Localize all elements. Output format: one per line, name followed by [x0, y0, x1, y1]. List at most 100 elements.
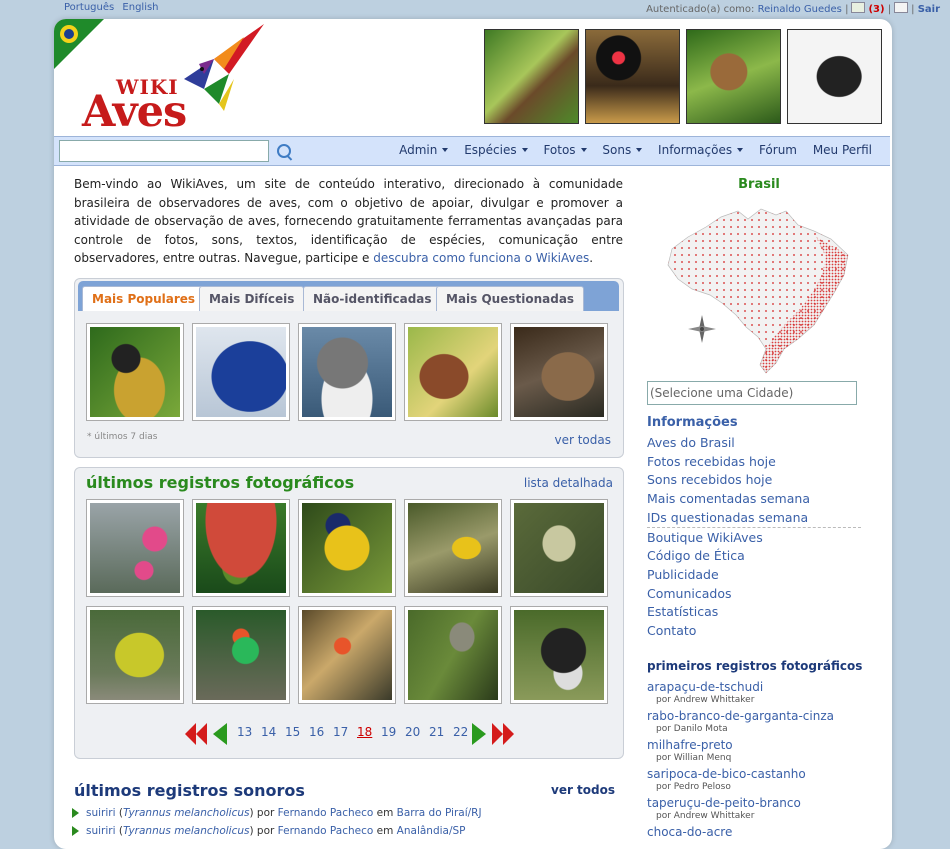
search-icon[interactable]	[277, 144, 291, 158]
record-photo-9[interactable]	[404, 606, 502, 704]
page-15[interactable]: 15	[285, 725, 300, 739]
navbar: Admin Espécies Fotos Sons Informações Fó…	[54, 136, 890, 166]
mail-icon[interactable]	[894, 2, 909, 13]
link-comunicados[interactable]: Comunicados	[647, 586, 732, 601]
record-photo-10[interactable]	[510, 606, 608, 704]
menu-especies[interactable]: Espécies	[464, 143, 528, 157]
menu-admin[interactable]: Admin	[399, 143, 449, 157]
record-photo-8[interactable]	[298, 606, 396, 704]
lang-portuguese-link[interactable]: Português	[64, 2, 114, 13]
detailed-list-link[interactable]: lista detalhada	[524, 476, 613, 490]
header-bird-photo-3[interactable]	[686, 29, 781, 124]
city-select[interactable]: (Selecione uma Cidade)	[647, 381, 857, 405]
record-photo-1[interactable]	[86, 499, 184, 597]
first-record-link[interactable]: saripoca-de-bico-castanho	[647, 767, 806, 781]
link-boutique[interactable]: Boutique WikiAves	[647, 530, 763, 545]
page-22[interactable]: 22	[453, 725, 468, 739]
link-fotos-recebidas[interactable]: Fotos recebidas hoje	[647, 454, 776, 469]
link-contato[interactable]: Contato	[647, 623, 696, 638]
menu-fotos[interactable]: Fotos	[543, 143, 587, 157]
lang-english-link[interactable]: English	[122, 2, 158, 13]
header-bird-photo-4[interactable]	[787, 29, 882, 124]
page-14[interactable]: 14	[261, 725, 276, 739]
link-sons-recebidos[interactable]: Sons recebidos hoje	[647, 472, 772, 487]
sound-author-link[interactable]: Fernando Pacheco	[278, 825, 374, 837]
first-record-link[interactable]: milhafre-preto	[647, 738, 733, 752]
page-19[interactable]: 19	[381, 725, 396, 739]
how-it-works-link[interactable]: descubra como funciona o WikiAves	[373, 251, 589, 265]
page-20[interactable]: 20	[405, 725, 420, 739]
record-photo-7[interactable]	[192, 606, 290, 704]
popular-photo-3[interactable]	[298, 323, 396, 421]
sound-scientific-link[interactable]: Tyrannus melancholicus	[123, 825, 250, 837]
tab-mais-dificeis[interactable]: Mais Difíceis	[199, 286, 305, 311]
page-21[interactable]: 21	[429, 725, 444, 739]
next-page-icon[interactable]	[472, 723, 486, 745]
previous-page-icon[interactable]	[213, 723, 227, 745]
tab-mais-questionadas[interactable]: Mais Questionadas	[436, 286, 585, 311]
sound-place-link[interactable]: Barra do Piraí/RJ	[397, 807, 482, 819]
logout-link[interactable]: Sair	[918, 4, 940, 15]
chevron-down-icon	[737, 148, 744, 152]
record-photo-6[interactable]	[86, 606, 184, 704]
info-heading[interactable]: Informações	[647, 415, 738, 430]
page-17[interactable]: 17	[333, 725, 348, 739]
first-record-link[interactable]: rabo-branco-de-garganta-cinza	[647, 709, 834, 723]
page-16[interactable]: 16	[309, 725, 324, 739]
sound-row: suiriri (Tyrannus melancholicus) por Fer…	[72, 807, 482, 819]
divider	[647, 527, 861, 528]
page-18-current[interactable]: 18	[357, 725, 372, 739]
user-link[interactable]: Reinaldo Guedes	[758, 4, 842, 15]
popular-photo-1[interactable]	[86, 323, 184, 421]
search-input[interactable]	[59, 140, 269, 162]
header: WIKI Aves	[54, 19, 892, 137]
see-all-link[interactable]: ver todas	[554, 433, 611, 447]
link-ids-questionadas[interactable]: IDs questionadas semana	[647, 510, 808, 525]
menu-forum[interactable]: Fórum	[759, 143, 797, 157]
link-estatisticas[interactable]: Estatísticas	[647, 604, 718, 619]
last-page-icon[interactable]	[492, 723, 514, 745]
popular-photo-4[interactable]	[404, 323, 502, 421]
first-record-link[interactable]: arapaçu-de-tschudi	[647, 680, 763, 694]
menu-fotos-label: Fotos	[543, 143, 576, 157]
menu-informacoes[interactable]: Informações	[658, 143, 744, 157]
link-publicidade[interactable]: Publicidade	[647, 567, 719, 582]
record-photo-5[interactable]	[510, 499, 608, 597]
sound-species-link[interactable]: suiriri	[86, 807, 116, 819]
popular-photo-5[interactable]	[510, 323, 608, 421]
link-aves-do-brasil[interactable]: Aves do Brasil	[647, 435, 735, 450]
link-mais-comentadas[interactable]: Mais comentadas semana	[647, 491, 810, 506]
sounds-see-all-link[interactable]: ver todos	[551, 783, 615, 797]
sound-author-link[interactable]: Fernando Pacheco	[278, 807, 374, 819]
header-bird-photo-1[interactable]	[484, 29, 579, 124]
link-codigo-etica[interactable]: Código de Ética	[647, 548, 745, 563]
first-page-icon[interactable]	[185, 723, 207, 745]
wikiaves-logo[interactable]: WIKI Aves	[79, 24, 309, 137]
message-count[interactable]: (3)	[868, 4, 884, 15]
menu-meu-perfil[interactable]: Meu Perfil	[813, 143, 872, 157]
menu-admin-label: Admin	[399, 143, 438, 157]
record-photo-3[interactable]	[298, 499, 396, 597]
record-photo-2[interactable]	[192, 499, 290, 597]
header-bird-photo-2[interactable]	[585, 29, 680, 124]
map-title: Brasil	[738, 177, 780, 192]
menu-sons[interactable]: Sons	[602, 143, 643, 157]
record-photo-4[interactable]	[404, 499, 502, 597]
popular-photo-2[interactable]	[192, 323, 290, 421]
first-record-link[interactable]: choca-do-acre	[647, 825, 732, 839]
sound-em-label: em	[376, 825, 394, 837]
sound-species-link[interactable]: suiriri	[86, 825, 116, 837]
tab-strip: Mais Populares Mais Difíceis Não-identif…	[78, 281, 619, 311]
sound-row: suiriri (Tyrannus melancholicus) por Fer…	[72, 825, 466, 837]
first-record-link[interactable]: taperuçu-de-peito-branco	[647, 796, 801, 810]
chevron-down-icon	[580, 148, 587, 152]
brazil-map[interactable]	[666, 197, 852, 375]
tab-nao-identificadas[interactable]: Não-identificadas	[303, 286, 442, 311]
page-13[interactable]: 13	[237, 725, 252, 739]
menu-sons-label: Sons	[602, 143, 632, 157]
tab-mais-populares[interactable]: Mais Populares	[82, 286, 206, 311]
sound-place-link[interactable]: Analândia/SP	[397, 825, 466, 837]
sound-scientific-link[interactable]: Tyrannus melancholicus	[123, 807, 250, 819]
messages-icon[interactable]	[851, 2, 866, 13]
latest-photo-records-panel: últimos registros fotográficos lista det…	[74, 467, 624, 759]
